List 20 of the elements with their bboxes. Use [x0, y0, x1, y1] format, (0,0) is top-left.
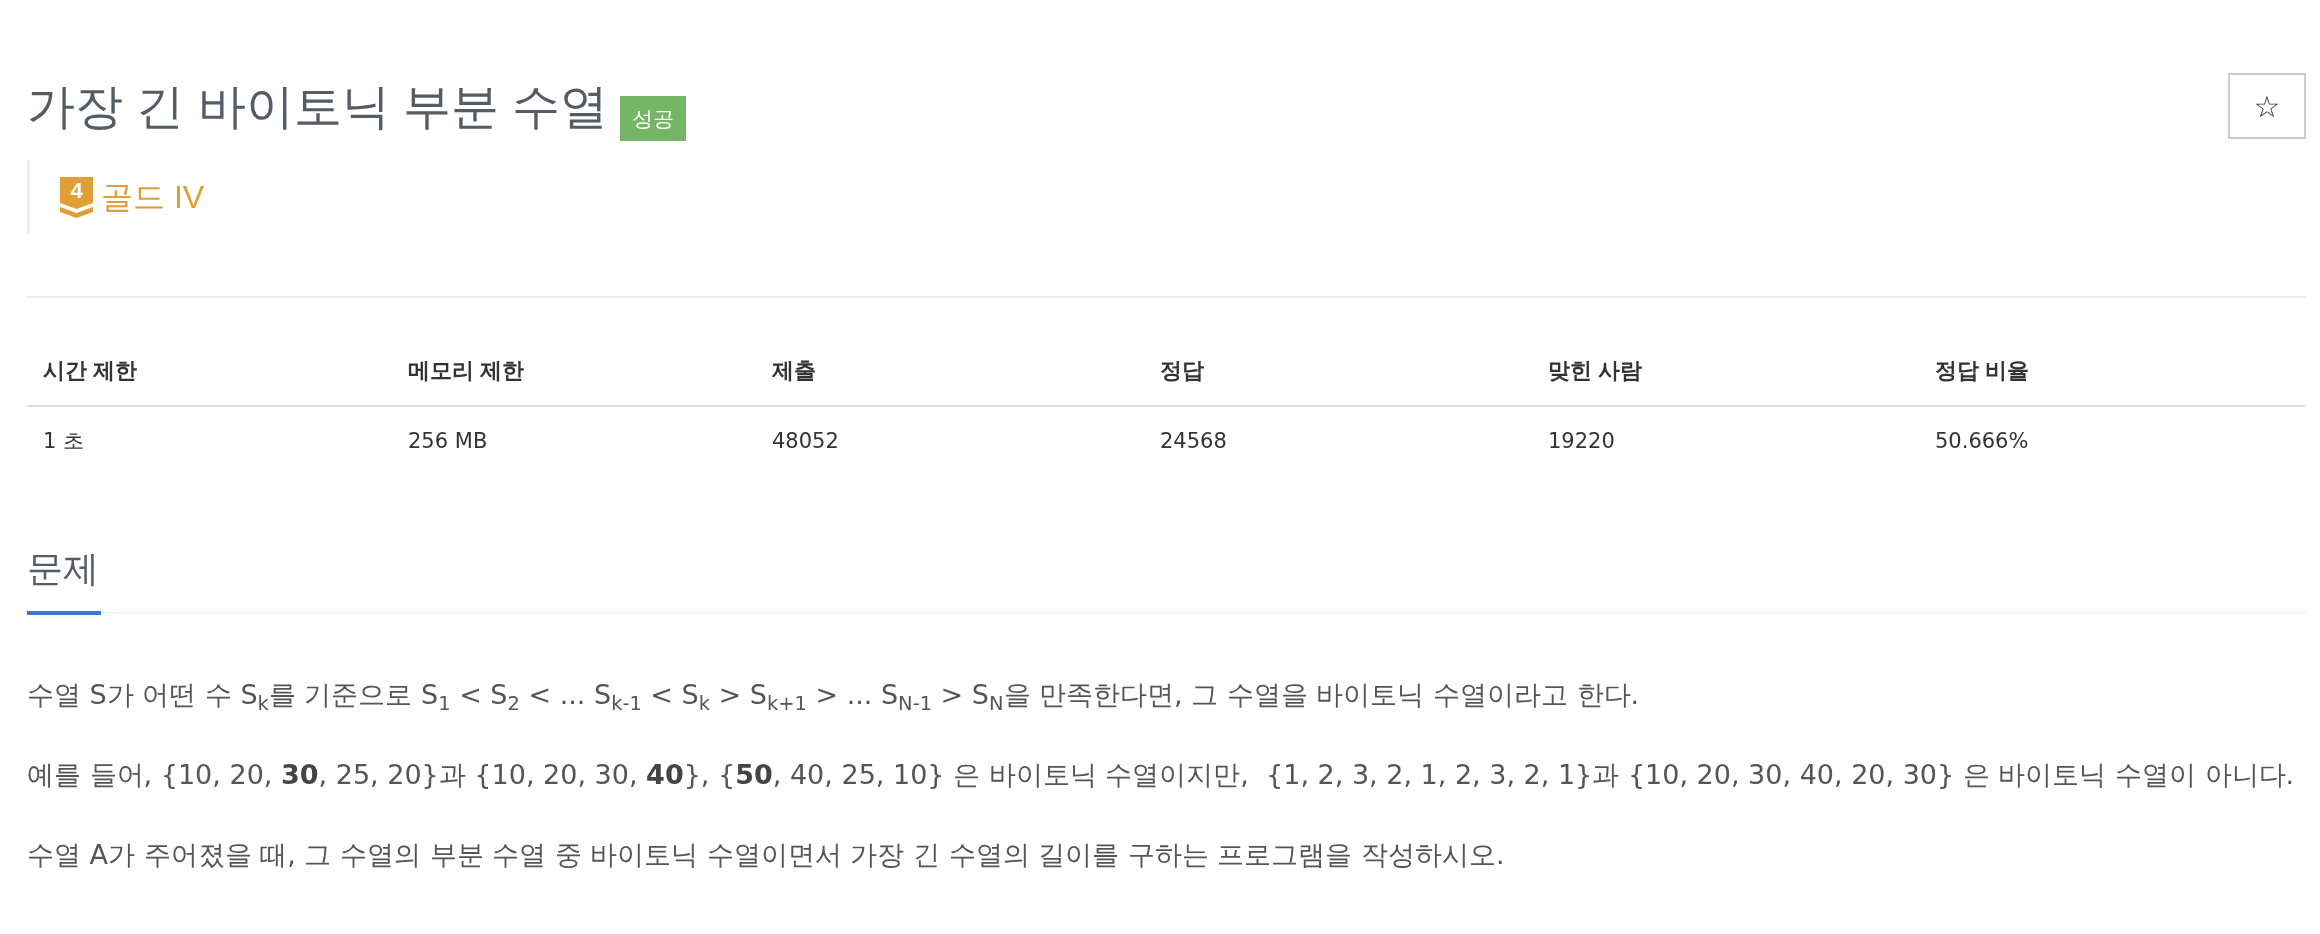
star-button[interactable]: ☆: [2228, 73, 2306, 139]
tier-label: 골드 IV: [101, 178, 205, 217]
column-header: 정답 비율: [1934, 357, 2031, 385]
problem-paragraph: 수열 S가 어떤 수 S$_{k}$를 기준으로 S$_{1}$ < S$_{2}$ < ... S$_{k-1}$ < S$_{k}$ > S$_{k+1}$ > ... S$_{N-1}$ > S$_{N}$을 만족한다면, 그 수열을 바이토닉 수열이라고 한다.: [27, 678, 1641, 715]
column-header: 메모리 제한: [407, 357, 526, 385]
table-cell-text: 24568: [1159, 428, 1228, 455]
table-cell-text: 1 초: [42, 428, 86, 455]
problem-paragraph: 예를 들어, {10, 20, 30, 25, 20}과 {10, 20, 30, 40}, {50, 40, 25, 10} 은 바이토닉 수열이지만, {1, 2, 3, 2, 1, 2, 3, 2, 1}과 {10, 20, 30, 40, 20, 30} 은 바이토닉 수열이 아니다.: [27, 758, 2296, 792]
column-header: 제출: [771, 357, 817, 385]
column-header: 정답: [1159, 357, 1205, 385]
column-header: 시간 제한: [42, 357, 139, 385]
column-header: 맞힌 사람: [1547, 357, 1644, 385]
result-badge: 성공: [620, 96, 687, 141]
problem-paragraph: 수열 A가 주어졌을 때, 그 수열의 부분 수열 중 바이토닉 수열이면서 가장 긴 수열의 길이를 구하는 프로그램을 작성하시오.: [27, 838, 1506, 872]
table-cell-text: 19220: [1547, 428, 1616, 455]
table-cell-text: 50.666%: [1934, 428, 2030, 455]
problem-title: 가장 긴 바이토닉 부분 수열: [27, 79, 609, 135]
table-cell-text: 256 MB: [407, 428, 489, 455]
table-cell-text: 48052: [771, 428, 840, 455]
section-title: 문제: [27, 547, 101, 615]
